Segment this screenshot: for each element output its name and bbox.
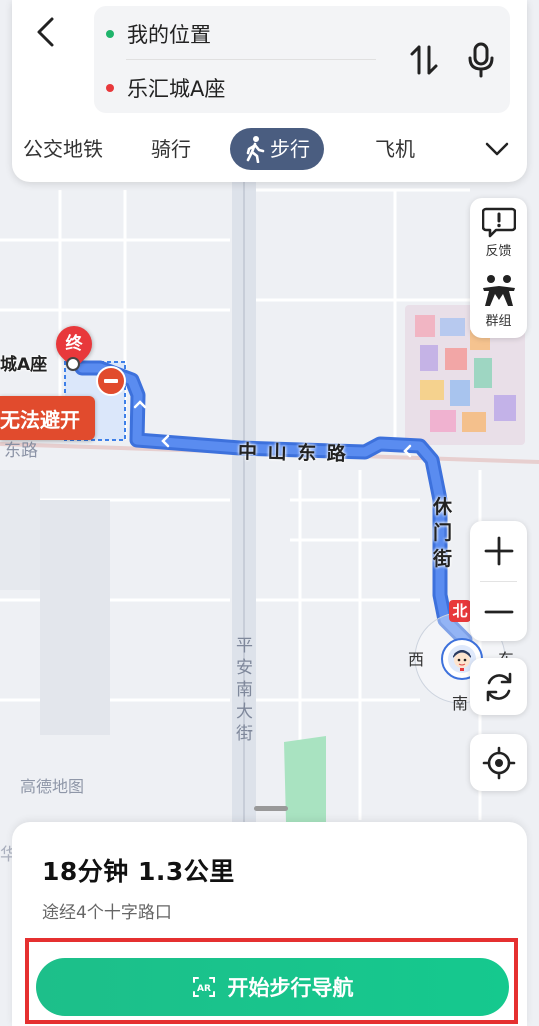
drag-handle[interactable] <box>254 806 288 811</box>
tab-walking-label: 步行 <box>270 137 310 161</box>
back-button[interactable] <box>24 10 68 54</box>
refresh-route-button[interactable] <box>470 658 527 715</box>
avoid-label: 无法避开 <box>0 408 80 432</box>
route-box: 我的位置 乐汇城A座 <box>94 6 510 113</box>
road-label-pingan: 平安南大街 <box>236 636 253 744</box>
compass-north: 北 <box>449 600 471 622</box>
end-point-dot <box>66 357 80 371</box>
no-entry-icon <box>96 366 126 396</box>
walk-icon <box>246 136 265 163</box>
route-divider <box>126 59 376 60</box>
origin-field[interactable]: 我的位置 <box>106 9 386 59</box>
tab-cycling[interactable]: 骑行 <box>151 128 191 170</box>
more-tabs-button[interactable] <box>472 128 522 170</box>
highlight-box <box>25 938 518 1024</box>
road-label-zhongshan: 中 山 东 路 <box>237 440 349 466</box>
feedback-icon <box>481 207 516 238</box>
swap-button[interactable] <box>404 38 444 82</box>
search-card: 我的位置 乐汇城A座 公交地铁 骑行 步行 飞机 <box>12 0 527 182</box>
avoid-badge: 无法避开 <box>0 396 95 440</box>
transport-tabs: 公交地铁 骑行 步行 飞机 <box>12 128 527 170</box>
swap-icon <box>410 45 438 75</box>
origin-dot <box>106 30 114 38</box>
destination-field[interactable]: 乐汇城A座 <box>106 63 386 113</box>
road-label-xiumen: 休门街 <box>433 496 453 570</box>
group-button[interactable]: 群组 <box>470 274 527 329</box>
destination-text: 乐汇城A座 <box>127 77 226 101</box>
group-label: 群组 <box>485 314 512 329</box>
locate-button[interactable] <box>470 734 527 791</box>
compass-west: 西 <box>408 650 425 669</box>
zoom-out-button[interactable] <box>470 582 527 641</box>
time-distance: 18分钟 1.3公里 <box>42 857 235 886</box>
group-icon <box>482 275 515 306</box>
via-intersections: 途经4个十字路口 <box>42 903 172 923</box>
zoom-in-button[interactable] <box>470 521 527 581</box>
chevron-down-icon <box>485 142 509 156</box>
destination-dot <box>106 84 114 92</box>
side-tools-panel: 反馈 群组 <box>470 198 527 338</box>
tab-flight[interactable]: 飞机 <box>375 128 415 170</box>
zoom-out-icon <box>484 610 513 613</box>
destination-label: 城A座 <box>0 355 48 375</box>
microphone-icon <box>468 42 494 78</box>
voice-input-button[interactable] <box>459 38 503 82</box>
zoom-control <box>470 521 527 641</box>
feedback-button[interactable]: 反馈 <box>470 206 527 259</box>
zoom-in-icon <box>484 536 513 566</box>
feedback-label: 反馈 <box>485 244 512 259</box>
refresh-icon <box>486 672 511 701</box>
map-watermark: 高德地图 <box>20 777 85 796</box>
origin-text: 我的位置 <box>127 23 211 47</box>
back-arrow-icon <box>37 17 54 47</box>
locate-icon <box>482 746 515 779</box>
compass-south: 南 <box>452 694 469 713</box>
tab-transit[interactable]: 公交地铁 <box>23 128 103 170</box>
tabs-fade <box>432 128 477 170</box>
tab-walking[interactable]: 步行 <box>230 128 324 170</box>
